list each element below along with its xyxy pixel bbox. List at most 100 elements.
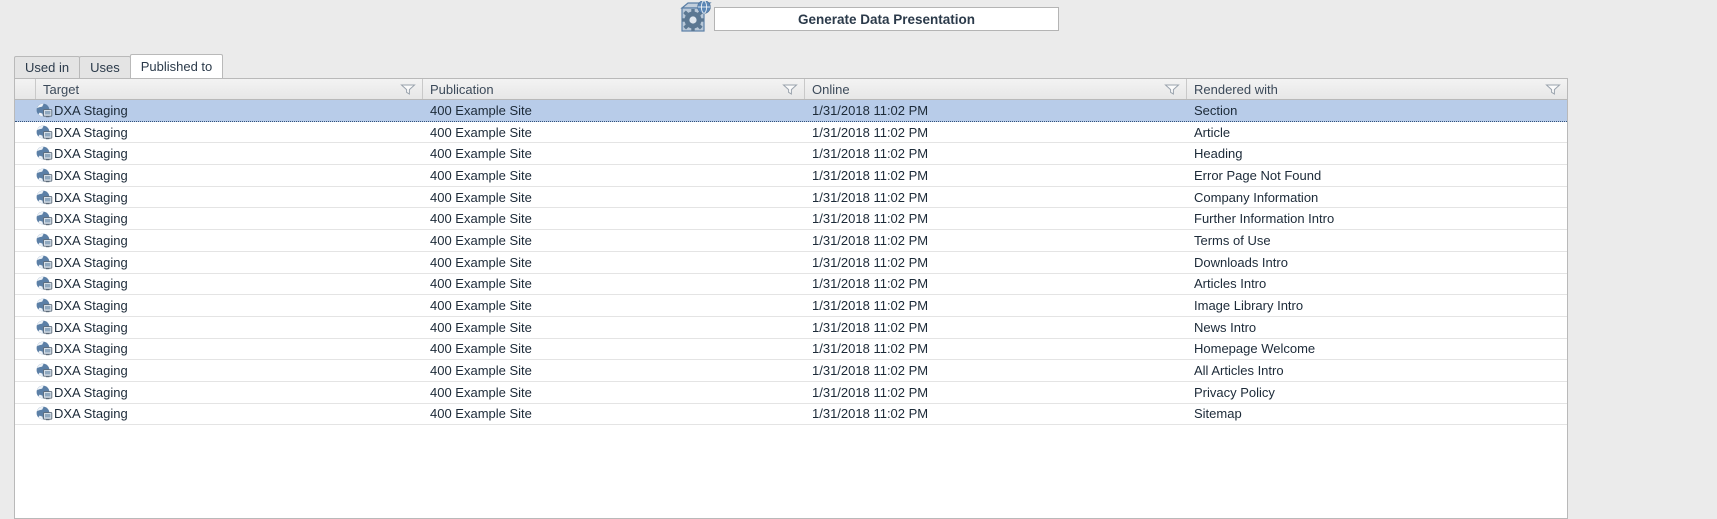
row-selector-cell[interactable] [15, 143, 36, 164]
cell-rendered-with[interactable]: Terms of Use [1187, 230, 1567, 251]
cell-online[interactable]: 1/31/2018 11:02 PM [805, 230, 1187, 251]
cell-publication[interactable]: 400 Example Site [423, 122, 805, 143]
row-selector-cell[interactable] [15, 252, 36, 273]
cell-online[interactable]: 1/31/2018 11:02 PM [805, 317, 1187, 338]
table-row[interactable]: DXA Staging 400 Example Site 1/31/2018 11:… [15, 273, 1567, 296]
cell-publication[interactable]: 400 Example Site [423, 317, 805, 338]
cell-rendered-with[interactable]: Homepage Welcome [1187, 339, 1567, 360]
cell-rendered-with[interactable]: Downloads Intro [1187, 252, 1567, 273]
cell-online[interactable]: 1/31/2018 11:02 PM [805, 360, 1187, 381]
cell-rendered-with[interactable]: Article [1187, 122, 1567, 143]
row-selector-cell[interactable] [15, 360, 36, 381]
cell-rendered-with[interactable]: Error Page Not Found [1187, 165, 1567, 186]
table-row[interactable]: DXA Staging 400 Example Site 1/31/2018 11:… [15, 208, 1567, 231]
cell-rendered-with[interactable]: Image Library Intro [1187, 295, 1567, 316]
row-selector-cell[interactable] [15, 339, 36, 360]
cell-target[interactable]: DXA Staging [36, 360, 423, 381]
cell-rendered-with[interactable]: News Intro [1187, 317, 1567, 338]
cell-publication[interactable]: 400 Example Site [423, 339, 805, 360]
cell-publication[interactable]: 400 Example Site [423, 382, 805, 403]
cell-target[interactable]: DXA Staging [36, 208, 423, 229]
cell-publication[interactable]: 400 Example Site [423, 100, 805, 121]
cell-target[interactable]: DXA Staging [36, 187, 423, 208]
table-row[interactable]: DXA Staging 400 Example Site 1/31/2018 11:… [15, 230, 1567, 252]
cell-rendered-with[interactable]: Section [1187, 100, 1567, 121]
cell-target[interactable]: DXA Staging [36, 252, 423, 273]
cell-target[interactable]: DXA Staging [36, 122, 423, 143]
cell-publication[interactable]: 400 Example Site [423, 187, 805, 208]
cell-online[interactable]: 1/31/2018 11:02 PM [805, 404, 1187, 425]
cell-target[interactable]: DXA Staging [36, 230, 423, 251]
cell-publication[interactable]: 400 Example Site [423, 252, 805, 273]
cell-online[interactable]: 1/31/2018 11:02 PM [805, 187, 1187, 208]
filter-funnel-icon[interactable] [782, 83, 798, 95]
cell-target[interactable]: DXA Staging [36, 295, 423, 316]
cell-publication[interactable]: 400 Example Site [423, 295, 805, 316]
cell-publication[interactable]: 400 Example Site [423, 165, 805, 186]
column-header-target[interactable]: Target [36, 79, 423, 99]
tab-used-in[interactable]: Used in [14, 56, 81, 78]
table-row[interactable]: DXA Staging 400 Example Site 1/31/2018 11:… [15, 403, 1567, 426]
column-header-icon[interactable] [15, 79, 36, 99]
tab-published-to[interactable]: Published to [129, 54, 224, 78]
row-selector-cell[interactable] [15, 230, 36, 251]
cell-target[interactable]: DXA Staging [36, 339, 423, 360]
row-selector-cell[interactable] [15, 100, 36, 121]
table-row[interactable]: DXA Staging 400 Example Site 1/31/2018 11:… [15, 186, 1567, 209]
column-header-rendered-with[interactable]: Rendered with [1187, 79, 1567, 99]
column-header-publication[interactable]: Publication [423, 79, 805, 99]
cell-publication[interactable]: 400 Example Site [423, 360, 805, 381]
row-selector-cell[interactable] [15, 295, 36, 316]
cell-publication[interactable]: 400 Example Site [423, 143, 805, 164]
row-selector-cell[interactable] [15, 404, 36, 425]
cell-target[interactable]: DXA Staging [36, 143, 423, 164]
row-selector-cell[interactable] [15, 187, 36, 208]
cell-online[interactable]: 1/31/2018 11:02 PM [805, 339, 1187, 360]
cell-rendered-with[interactable]: All Articles Intro [1187, 360, 1567, 381]
filter-funnel-icon[interactable] [1164, 83, 1180, 95]
table-row[interactable]: DXA Staging 400 Example Site 1/31/2018 11:… [15, 381, 1567, 404]
cell-publication[interactable]: 400 Example Site [423, 404, 805, 425]
cell-target[interactable]: DXA Staging [36, 404, 423, 425]
cell-target[interactable]: DXA Staging [36, 165, 423, 186]
row-selector-cell[interactable] [15, 122, 36, 143]
generate-data-presentation-button[interactable]: Generate Data Presentation [714, 7, 1059, 31]
table-row[interactable]: DXA Staging 400 Example Site 1/31/2018 11:… [15, 251, 1567, 274]
cell-rendered-with[interactable]: Further Information Intro [1187, 208, 1567, 229]
row-selector-cell[interactable] [15, 208, 36, 229]
cell-target[interactable]: DXA Staging [36, 317, 423, 338]
cell-rendered-with[interactable]: Heading [1187, 143, 1567, 164]
cell-rendered-with[interactable]: Sitemap [1187, 404, 1567, 425]
table-row[interactable]: DXA Staging 400 Example Site 1/31/2018 11:… [15, 316, 1567, 339]
row-selector-cell[interactable] [15, 382, 36, 403]
column-header-online[interactable]: Online [805, 79, 1187, 99]
table-row[interactable]: DXA Staging 400 Example Site 1/31/2018 11:… [15, 121, 1567, 144]
cell-publication[interactable]: 400 Example Site [423, 208, 805, 229]
cell-publication[interactable]: 400 Example Site [423, 274, 805, 295]
cell-target[interactable]: DXA Staging [36, 382, 423, 403]
cell-online[interactable]: 1/31/2018 11:02 PM [805, 165, 1187, 186]
cell-online[interactable]: 1/31/2018 11:02 PM [805, 252, 1187, 273]
cell-online[interactable]: 1/31/2018 11:02 PM [805, 208, 1187, 229]
row-selector-cell[interactable] [15, 274, 36, 295]
tab-uses[interactable]: Uses [79, 56, 131, 78]
cell-online[interactable]: 1/31/2018 11:02 PM [805, 274, 1187, 295]
table-row[interactable]: DXA Staging 400 Example Site 1/31/2018 11:… [15, 360, 1567, 382]
table-row[interactable]: DXA Staging 400 Example Site 1/31/2018 11:… [15, 165, 1567, 187]
table-row[interactable]: DXA Staging 400 Example Site 1/31/2018 11:… [15, 100, 1567, 122]
cell-online[interactable]: 1/31/2018 11:02 PM [805, 100, 1187, 121]
cell-target[interactable]: DXA Staging [36, 100, 423, 121]
cell-online[interactable]: 1/31/2018 11:02 PM [805, 143, 1187, 164]
row-selector-cell[interactable] [15, 317, 36, 338]
cell-rendered-with[interactable]: Articles Intro [1187, 274, 1567, 295]
cell-online[interactable]: 1/31/2018 11:02 PM [805, 382, 1187, 403]
cell-rendered-with[interactable]: Privacy Policy [1187, 382, 1567, 403]
table-row[interactable]: DXA Staging 400 Example Site 1/31/2018 11:… [15, 338, 1567, 361]
filter-funnel-icon[interactable] [1545, 83, 1561, 95]
cell-online[interactable]: 1/31/2018 11:02 PM [805, 295, 1187, 316]
cell-publication[interactable]: 400 Example Site [423, 230, 805, 251]
generate-data-presentation-icon[interactable] [676, 0, 714, 37]
cell-online[interactable]: 1/31/2018 11:02 PM [805, 122, 1187, 143]
table-row[interactable]: DXA Staging 400 Example Site 1/31/2018 11:… [15, 143, 1567, 166]
table-row[interactable]: DXA Staging 400 Example Site 1/31/2018 11:… [15, 295, 1567, 317]
